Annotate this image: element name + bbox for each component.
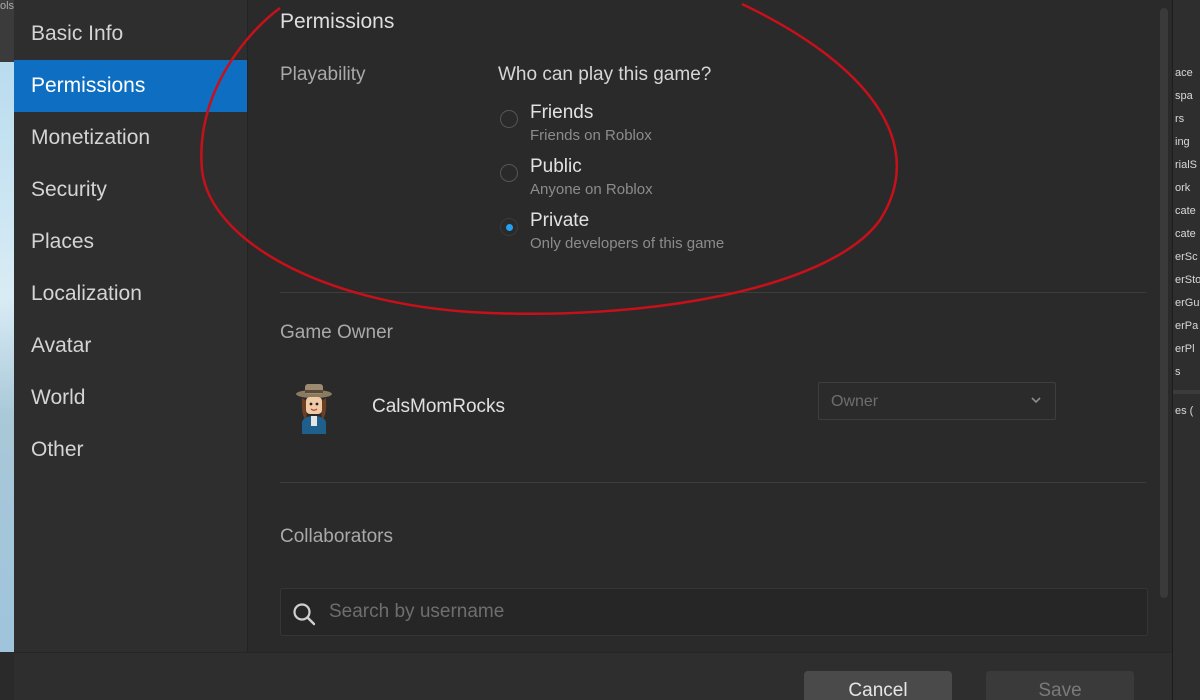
dialog-footer: Cancel Save [14, 652, 1172, 700]
search-input[interactable] [329, 589, 1129, 635]
playability-question: Who can play this game? [498, 64, 712, 85]
collaborator-search[interactable] [280, 588, 1148, 636]
sidebar-item-security[interactable]: Security [14, 164, 247, 216]
explorer-row[interactable]: s [1173, 361, 1200, 384]
settings-sidebar: Basic Info Permissions Monetization Secu… [14, 0, 248, 652]
explorer-panel-peek: ace spa rs ing rialS ork cate cate erSc … [1172, 0, 1200, 700]
save-button[interactable]: Save [986, 671, 1134, 700]
explorer-row[interactable]: cate [1173, 223, 1200, 246]
page-title: Permissions [280, 10, 395, 33]
panel-divider [1173, 390, 1200, 394]
explorer-row[interactable]: erGu [1173, 292, 1200, 315]
radio-button[interactable] [500, 110, 518, 128]
radio-button[interactable] [500, 164, 518, 182]
section-divider [280, 482, 1146, 483]
explorer-row[interactable]: ing [1173, 131, 1200, 154]
studio-toolbar-peek: ols [0, 0, 14, 62]
option-subtitle: Friends on Roblox [530, 127, 652, 144]
permissions-panel: Permissions Playability Who can play thi… [248, 0, 1172, 652]
search-icon [293, 603, 316, 626]
section-divider [280, 292, 1146, 293]
sidebar-item-localization[interactable]: Localization [14, 268, 247, 320]
option-subtitle: Anyone on Roblox [530, 181, 653, 198]
chevron-down-icon [1031, 397, 1041, 404]
explorer-row[interactable]: rialS [1173, 154, 1200, 177]
sidebar-item-avatar[interactable]: Avatar [14, 320, 247, 372]
game-settings-dialog: Basic Info Permissions Monetization Secu… [14, 0, 1172, 700]
sidebar-item-other[interactable]: Other [14, 424, 247, 476]
explorer-row[interactable]: ork [1173, 177, 1200, 200]
sidebar-item-basic-info[interactable]: Basic Info [14, 0, 247, 60]
sidebar-item-world[interactable]: World [14, 372, 247, 424]
playability-label: Playability [280, 64, 366, 85]
explorer-row[interactable]: erPl [1173, 338, 1200, 361]
explorer-row[interactable]: erPa [1173, 315, 1200, 338]
option-title: Private [530, 210, 590, 231]
game-owner-label: Game Owner [280, 322, 393, 343]
owner-role-value: Owner [831, 393, 879, 410]
sidebar-item-places[interactable]: Places [14, 216, 247, 268]
explorer-row[interactable]: erSc [1173, 246, 1200, 269]
properties-header: es ( [1175, 405, 1194, 417]
owner-role-dropdown[interactable]: Owner [818, 382, 1056, 420]
option-title: Friends [530, 102, 594, 123]
collaborators-label: Collaborators [280, 526, 393, 547]
avatar-icon [296, 384, 332, 434]
option-title: Public [530, 156, 582, 177]
explorer-row[interactable]: cate [1173, 200, 1200, 223]
sidebar-item-monetization[interactable]: Monetization [14, 112, 247, 164]
cancel-button[interactable]: Cancel [804, 671, 952, 700]
option-subtitle: Only developers of this game [530, 235, 725, 252]
vertical-scrollbar[interactable] [1160, 8, 1168, 598]
explorer-row[interactable]: spa [1173, 85, 1200, 108]
explorer-row[interactable]: ace [1173, 62, 1200, 85]
radio-button-selected[interactable] [500, 218, 518, 236]
viewport-peek [0, 62, 14, 652]
explorer-row[interactable]: erSto [1173, 269, 1200, 292]
sidebar-item-permissions[interactable]: Permissions [14, 60, 247, 112]
owner-username: CalsMomRocks [372, 396, 506, 417]
explorer-row[interactable]: rs [1173, 108, 1200, 131]
toolbar-peek-text: ols [0, 0, 14, 12]
